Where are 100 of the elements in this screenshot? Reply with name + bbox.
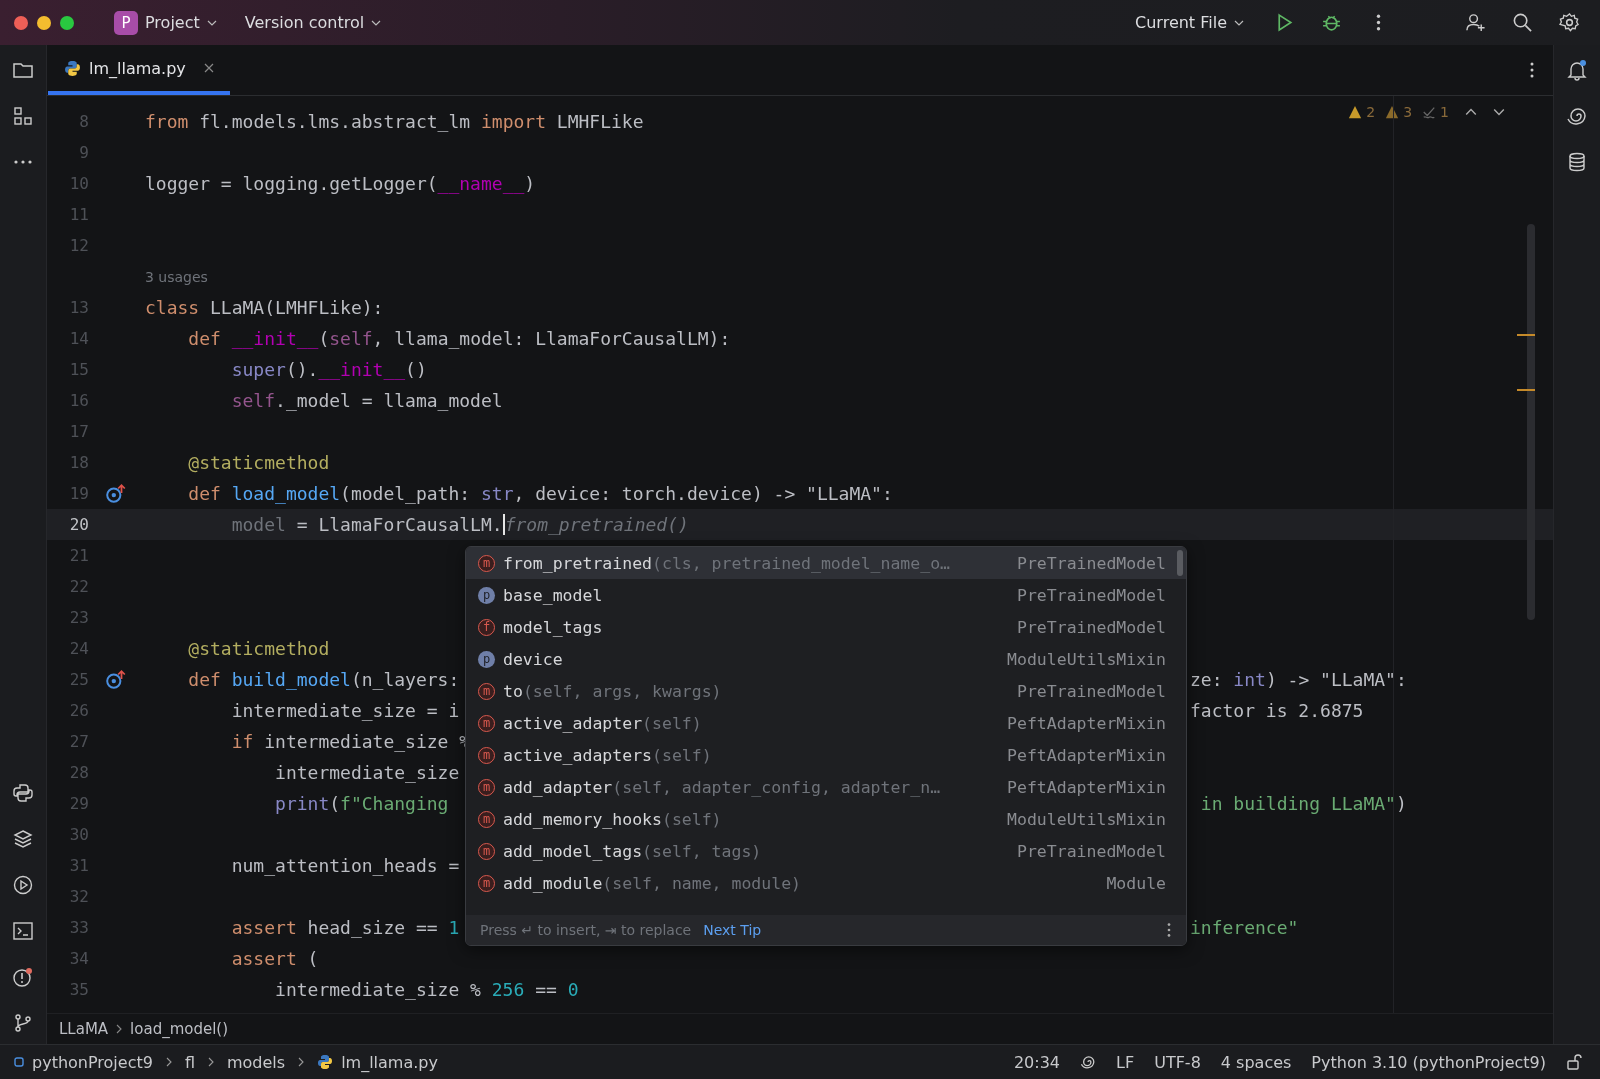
more-options-icon[interactable] <box>1529 60 1535 80</box>
line-number: 11 <box>68 205 89 224</box>
more-options-icon[interactable] <box>1166 921 1172 939</box>
member-icon: m <box>478 778 495 796</box>
maximize-window-control[interactable] <box>60 15 74 30</box>
layers-icon[interactable] <box>12 828 34 850</box>
spiral-icon[interactable] <box>1566 105 1588 127</box>
chevron-right-icon <box>116 1024 123 1034</box>
python-file-icon <box>64 59 81 77</box>
completion-item[interactable]: p device ModuleUtilsMixin <box>466 643 1186 675</box>
close-window-control[interactable] <box>14 15 28 30</box>
close-icon[interactable] <box>203 63 214 73</box>
usages-hint[interactable]: 3 usages <box>145 268 208 285</box>
warning-count[interactable]: 2 <box>1366 104 1376 120</box>
code-line: intermediate_size = i <box>230 700 460 721</box>
code-line: intermediate_size % 256 == 0 <box>274 979 579 1000</box>
indent-setting[interactable]: 4 spaces <box>1220 1052 1292 1072</box>
database-icon[interactable] <box>1566 151 1588 173</box>
scrollbar-thumb[interactable] <box>1177 550 1183 576</box>
code-line: print(f"Changing <box>274 793 449 814</box>
run-icon[interactable] <box>12 874 34 896</box>
python-interpreter[interactable]: Python 3.10 (pythonProject9) <box>1311 1052 1546 1072</box>
completion-item[interactable]: f model_tags PreTrainedModel <box>466 611 1186 643</box>
path-segment[interactable]: models <box>226 1052 286 1072</box>
completion-item[interactable]: m active_adapters(self) PeftAdapterMixin <box>466 739 1186 771</box>
line-number: 22 <box>68 577 89 596</box>
completion-hint: Press ↵ to insert, ⇥ to replace <box>480 922 692 938</box>
git-branch-icon[interactable] <box>12 1012 34 1034</box>
completion-item[interactable]: p base_model PreTrainedModel <box>466 579 1186 611</box>
file-encoding[interactable]: UTF-8 <box>1154 1052 1201 1072</box>
line-number: 10 <box>68 174 89 193</box>
spiral-icon[interactable] <box>1080 1054 1097 1070</box>
weak-warning-count[interactable]: 3 <box>1403 104 1413 120</box>
python-console-icon[interactable] <box>12 782 34 804</box>
breadcrumb[interactable]: load_model() <box>130 1020 229 1038</box>
next-tip-link[interactable]: Next Tip <box>703 922 762 938</box>
completion-item[interactable]: m add_module(self, name, module) Module <box>466 867 1186 899</box>
bell-icon[interactable] <box>1566 59 1588 81</box>
add-user-icon[interactable] <box>1465 12 1486 33</box>
run-configuration-menu[interactable]: Current File <box>1127 7 1252 38</box>
tab-label: lm_llama.py <box>89 58 186 78</box>
version-control-menu[interactable]: Version control <box>236 7 390 38</box>
code-line: logger = logging.getLogger(__name__) <box>145 173 536 194</box>
project-badge: P <box>114 10 138 35</box>
chevron-up-icon[interactable] <box>1465 108 1477 116</box>
typo-count[interactable]: 1 <box>1440 104 1449 120</box>
code-line: @staticmethod <box>187 638 330 659</box>
member-icon: m <box>478 554 495 572</box>
structure-icon[interactable] <box>12 105 34 127</box>
code-line: assert head_size == 1 <box>230 917 460 938</box>
completion-item[interactable]: m from_pretrained(cls, pretrained_model_name_o… PreTrainedModel <box>466 547 1186 579</box>
line-number: 8 <box>78 112 89 131</box>
path-segment[interactable]: pythonProject9 <box>32 1052 153 1072</box>
member-icon: m <box>478 810 495 828</box>
line-number: 30 <box>68 825 89 844</box>
line-number: 25 <box>68 670 89 689</box>
completion-item[interactable]: m active_adapter(self) PeftAdapterMixin <box>466 707 1186 739</box>
path-segment[interactable]: fl <box>184 1052 195 1072</box>
module-icon <box>14 1057 24 1067</box>
line-number: 29 <box>68 794 89 813</box>
cursor-position[interactable]: 20:34 <box>1013 1052 1061 1072</box>
path-segment[interactable]: lm_llama.py <box>341 1052 438 1072</box>
terminal-icon[interactable] <box>12 920 34 942</box>
line-number: 18 <box>68 453 89 472</box>
line-separator[interactable]: LF <box>1116 1052 1135 1072</box>
code-line: def load_model(model_path: str, device: torch.device) -> "LLaMA": <box>187 483 893 504</box>
check-icon <box>1422 105 1437 119</box>
breadcrumb[interactable]: LLaMA <box>59 1020 109 1038</box>
line-number: 35 <box>68 980 89 999</box>
chevron-down-icon[interactable] <box>1493 108 1505 116</box>
completion-item[interactable]: m add_adapter(self, adapter_config, adapter_n… PeftAdapterMixin <box>466 771 1186 803</box>
override-marker-icon[interactable] <box>105 482 127 505</box>
chevron-right-icon <box>165 1057 172 1067</box>
file-tab[interactable]: lm_llama.py <box>48 45 230 95</box>
code-line: assert ( <box>230 948 319 969</box>
code-line: @staticmethod <box>187 452 330 473</box>
override-marker-icon[interactable] <box>105 668 127 691</box>
warning-icon <box>1348 105 1363 119</box>
lock-icon[interactable] <box>1566 1054 1582 1070</box>
settings-icon[interactable] <box>1559 12 1580 33</box>
code-line: num_attention_heads = <box>230 855 460 876</box>
problems-icon[interactable] <box>12 966 34 988</box>
completion-item[interactable]: m add_memory_hooks(self) ModuleUtilsMixin <box>466 803 1186 835</box>
minimize-window-control[interactable] <box>37 15 51 30</box>
line-number: 23 <box>68 608 89 627</box>
line-number: 16 <box>68 391 89 410</box>
code-line: intermediate_size <box>274 762 460 783</box>
line-number: 24 <box>68 639 89 658</box>
line-number: 14 <box>68 329 89 348</box>
line-number: 27 <box>68 732 89 751</box>
code-line: in building LLaMA") <box>1199 793 1408 814</box>
project-menu[interactable]: P Project <box>106 4 225 41</box>
line-number: 17 <box>68 422 89 441</box>
scrollbar-thumb[interactable] <box>1527 224 1535 620</box>
code-line: class LLaMA(LMHFLike): <box>145 297 384 318</box>
completion-item[interactable]: m add_model_tags(self, tags) PreTrainedModel <box>466 835 1186 867</box>
code-line: inference" <box>1190 917 1300 938</box>
line-number: 13 <box>68 298 89 317</box>
search-icon[interactable] <box>1512 12 1533 33</box>
completion-item[interactable]: m to(self, args, kwargs) PreTrainedModel <box>466 675 1186 707</box>
